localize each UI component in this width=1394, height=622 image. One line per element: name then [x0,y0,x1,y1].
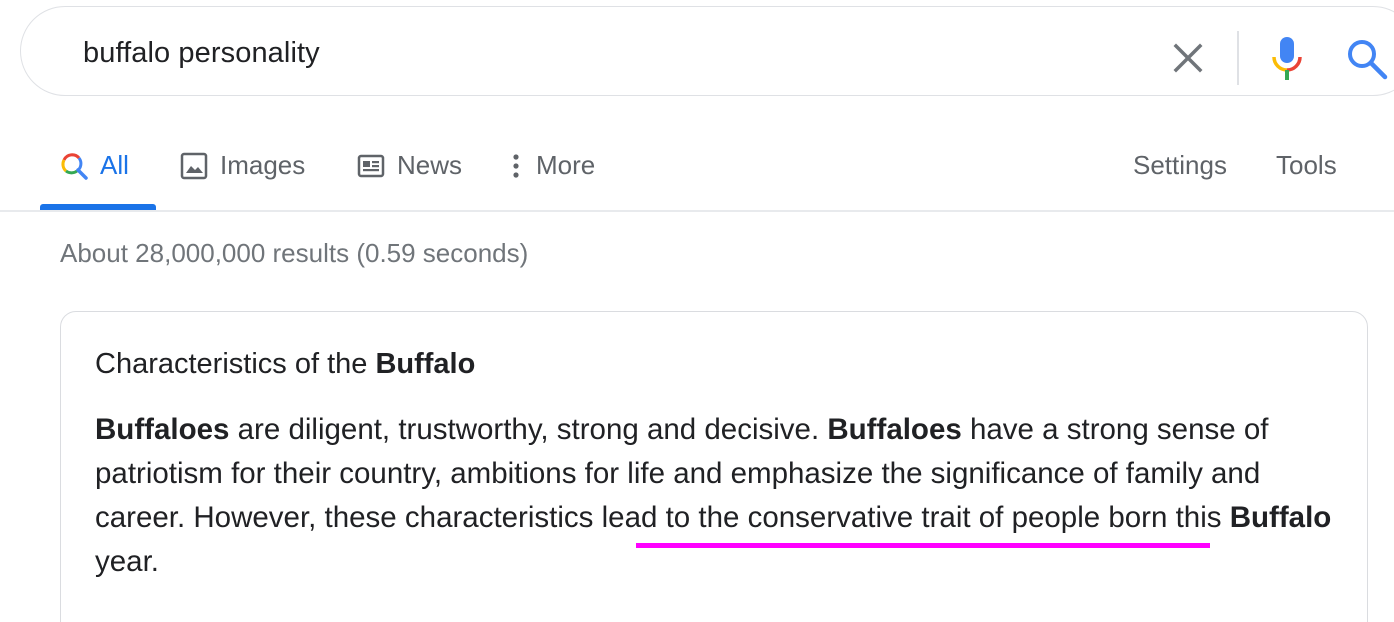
search-icon[interactable] [1345,37,1389,81]
microphone-icon[interactable] [1269,35,1305,83]
results-stats: About 28,000,000 results (0.59 seconds) [60,238,529,268]
snippet-title: Characteristics of the Buffalo [95,348,475,381]
snippet-text-segment: are diligent, trustworthy, strong and de… [229,413,828,446]
tab-all[interactable]: All [60,150,129,181]
tabs-divider [0,210,1394,212]
featured-snippet-card: Characteristics of the Buffalo Buffaloes… [60,311,1368,622]
tab-settings-label: Settings [1133,150,1227,180]
tab-more[interactable]: More [508,150,595,181]
tab-tools[interactable]: Tools [1276,150,1337,181]
search-results-page: buffalo personality All Images News More… [0,0,1394,622]
search-tabs: All Images News More Settings Tools [0,140,1394,212]
search-box-divider [1237,31,1239,85]
tab-images[interactable]: Images [180,150,305,181]
tab-news-label: News [397,150,463,180]
newspaper-icon [357,154,385,177]
search-box[interactable]: buffalo personality [20,6,1394,96]
snippet-title-bold: Buffalo [375,348,476,380]
image-icon [180,152,208,179]
tab-news[interactable]: News [357,150,462,181]
snippet-text-segment: year. [95,545,159,578]
tab-tools-label: Tools [1276,150,1337,180]
tab-all-label: All [100,150,129,180]
search-input[interactable]: buffalo personality [83,37,320,70]
snippet-text-segment: Buffaloes [827,413,962,446]
snippet-body: Buffaloes are diligent, trustworthy, str… [95,408,1335,584]
tab-images-label: Images [220,150,306,180]
snippet-text-segment: Buffaloes [95,413,230,446]
vertical-dots-icon [513,153,519,178]
close-icon[interactable] [1171,41,1205,75]
snippet-title-prefix: Characteristics of the [95,348,376,380]
multicolor-search-icon [61,152,88,180]
annotation-underline [636,543,1210,548]
tab-settings[interactable]: Settings [1133,150,1227,181]
snippet-text-segment: Buffalo [1229,501,1332,534]
tab-more-label: More [536,150,596,180]
